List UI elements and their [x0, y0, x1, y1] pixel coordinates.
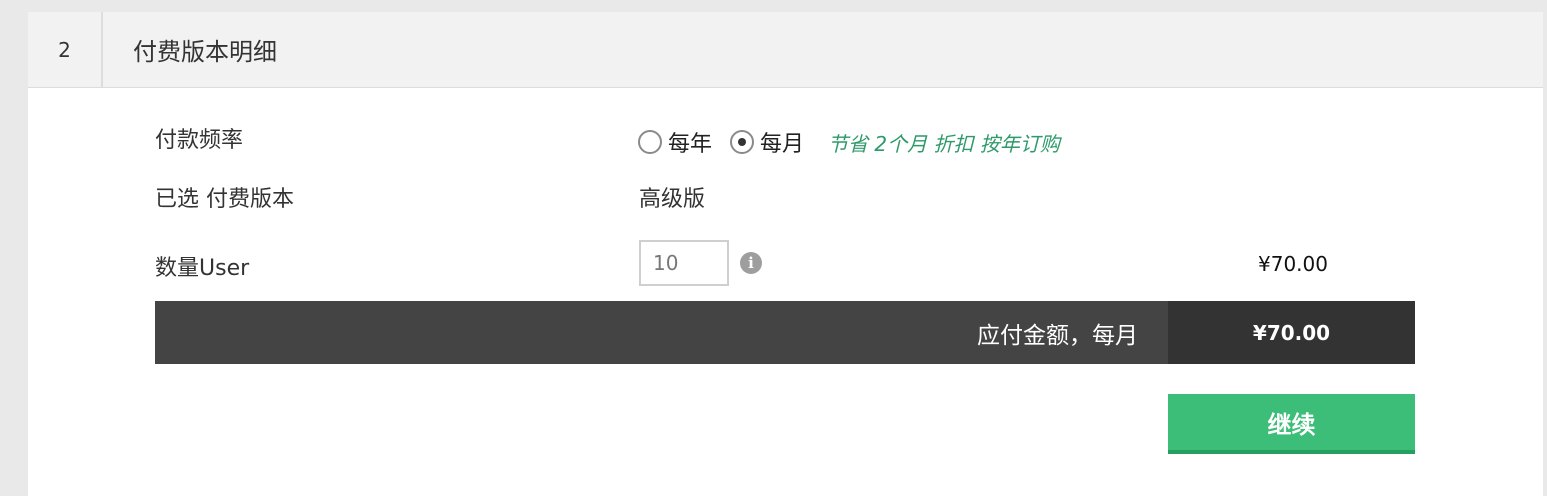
radio-monthly-label: 每月 — [760, 132, 805, 157]
radio-yearly-label: 每年 — [668, 132, 713, 157]
total-label: 应付金额，每月 — [977, 322, 1138, 349]
total-bar: 应付金额，每月 ¥70.00 — [155, 301, 1415, 364]
page-title: 付费版本明细 — [133, 38, 277, 66]
radio-yearly-circle[interactable] — [638, 130, 662, 154]
plan-details-panel: 2 付费版本明细 付款频率 每年 每月 节省 2个月 折扣 按年订购 已选 付费… — [28, 11, 1543, 496]
step-number: 2 — [28, 11, 103, 88]
selected-plan-label: 已选 付费版本 — [155, 187, 294, 212]
radio-monthly[interactable]: 每月 — [730, 126, 804, 158]
annual-discount-promo: 节省 2个月 折扣 按年订购 — [828, 131, 1060, 156]
quantity-label: 数量User — [155, 256, 250, 281]
selected-plan-value: 高级版 — [639, 187, 706, 212]
info-icon[interactable]: i — [740, 252, 762, 274]
total-value: ¥70.00 — [1168, 301, 1415, 364]
line-price: ¥70.00 — [1258, 252, 1328, 276]
quantity-input[interactable]: 10 — [639, 240, 729, 286]
frequency-radio-group: 每年 每月 节省 2个月 折扣 按年订购 — [638, 126, 1060, 158]
continue-button[interactable]: 继续 — [1168, 394, 1415, 454]
radio-yearly[interactable]: 每年 — [638, 126, 712, 158]
panel-header[interactable]: 2 付费版本明细 — [28, 11, 1543, 88]
frequency-label: 付款频率 — [155, 128, 244, 153]
radio-monthly-circle[interactable] — [730, 130, 755, 154]
